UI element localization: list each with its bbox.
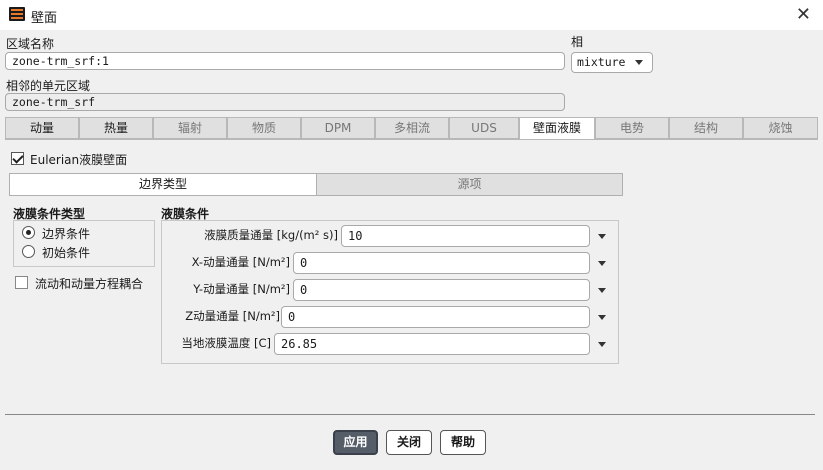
film-mass-flux-label: 液膜质量通量 [kg/(m² s)] (204, 228, 338, 242)
tab-dpm[interactable]: DPM (301, 117, 375, 139)
coupling-checkbox[interactable] (15, 276, 28, 289)
radio-initial-condition-label: 初始条件 (42, 246, 91, 260)
subtab-boundary-type[interactable]: 边界类型 (9, 173, 317, 196)
tab-wall-film[interactable]: 壁面液膜 (519, 117, 595, 140)
film-temperature-label: 当地液膜温度 [C] (181, 336, 271, 350)
footer-separator (5, 414, 815, 415)
radio-boundary-condition-label: 边界条件 (42, 227, 91, 241)
subtab-source[interactable]: 源项 (316, 173, 623, 196)
tab-bar: 动量 热量 辐射 物质 DPM 多相流 UDS 壁面液膜 电势 结构 烧蚀 (5, 117, 818, 140)
app-icon (9, 7, 25, 21)
title-bar: 壁面 ✕ (0, 0, 823, 30)
coupling-label: 流动和动量方程耦合 (35, 277, 144, 291)
phase-select-value: mixture (577, 55, 626, 69)
tab-panel-border (5, 139, 818, 140)
adjacent-zone-label: 相邻的单元区域 (6, 79, 91, 93)
film-temperature-input[interactable]: 26.85 (274, 333, 590, 355)
y-momentum-flux-dropdown-icon[interactable] (598, 288, 606, 293)
x-momentum-flux-input[interactable]: 0 (293, 252, 590, 274)
phase-select[interactable]: mixture (571, 52, 653, 73)
help-button[interactable]: 帮助 (440, 430, 486, 455)
film-mass-flux-input[interactable]: 10 (341, 225, 590, 247)
eulerian-film-label: Eulerian液膜壁面 (30, 153, 128, 167)
adjacent-zone-field: zone-trm_srf (5, 93, 565, 111)
zone-name-label: 区域名称 (6, 37, 55, 51)
tab-multiphase[interactable]: 多相流 (375, 117, 449, 139)
window-title: 壁面 (31, 11, 58, 26)
film-mass-flux-dropdown-icon[interactable] (598, 234, 606, 239)
tab-momentum[interactable]: 动量 (5, 117, 79, 139)
eulerian-film-checkbox[interactable] (11, 152, 24, 165)
phase-label: 相 (571, 35, 584, 49)
apply-button[interactable]: 应用 (333, 430, 378, 455)
film-temperature-dropdown-icon[interactable] (598, 342, 606, 347)
z-momentum-flux-label: Z动量通量 [N/m²] (185, 309, 280, 323)
x-momentum-flux-dropdown-icon[interactable] (598, 261, 606, 266)
y-momentum-flux-label: Y-动量通量 [N/m²] (193, 282, 290, 296)
close-icon[interactable]: ✕ (796, 4, 811, 25)
x-momentum-flux-label: X-动量通量 [N/m²] (191, 255, 290, 269)
tab-structure[interactable]: 结构 (669, 117, 743, 139)
zone-name-input[interactable]: zone-trm_srf:1 (5, 52, 565, 70)
chevron-down-icon (635, 60, 643, 65)
tab-ablation[interactable]: 烧蚀 (743, 117, 818, 139)
tab-potential[interactable]: 电势 (595, 117, 669, 139)
radio-initial-condition[interactable] (22, 245, 35, 258)
y-momentum-flux-input[interactable]: 0 (293, 279, 590, 301)
tab-uds[interactable]: UDS (449, 117, 519, 139)
tab-species[interactable]: 物质 (227, 117, 301, 139)
z-momentum-flux-input[interactable]: 0 (281, 306, 590, 328)
tab-thermal[interactable]: 热量 (79, 117, 153, 139)
radio-boundary-condition[interactable] (22, 226, 35, 239)
close-button[interactable]: 关闭 (386, 430, 432, 455)
tab-radiation[interactable]: 辐射 (153, 117, 227, 139)
z-momentum-flux-dropdown-icon[interactable] (598, 315, 606, 320)
